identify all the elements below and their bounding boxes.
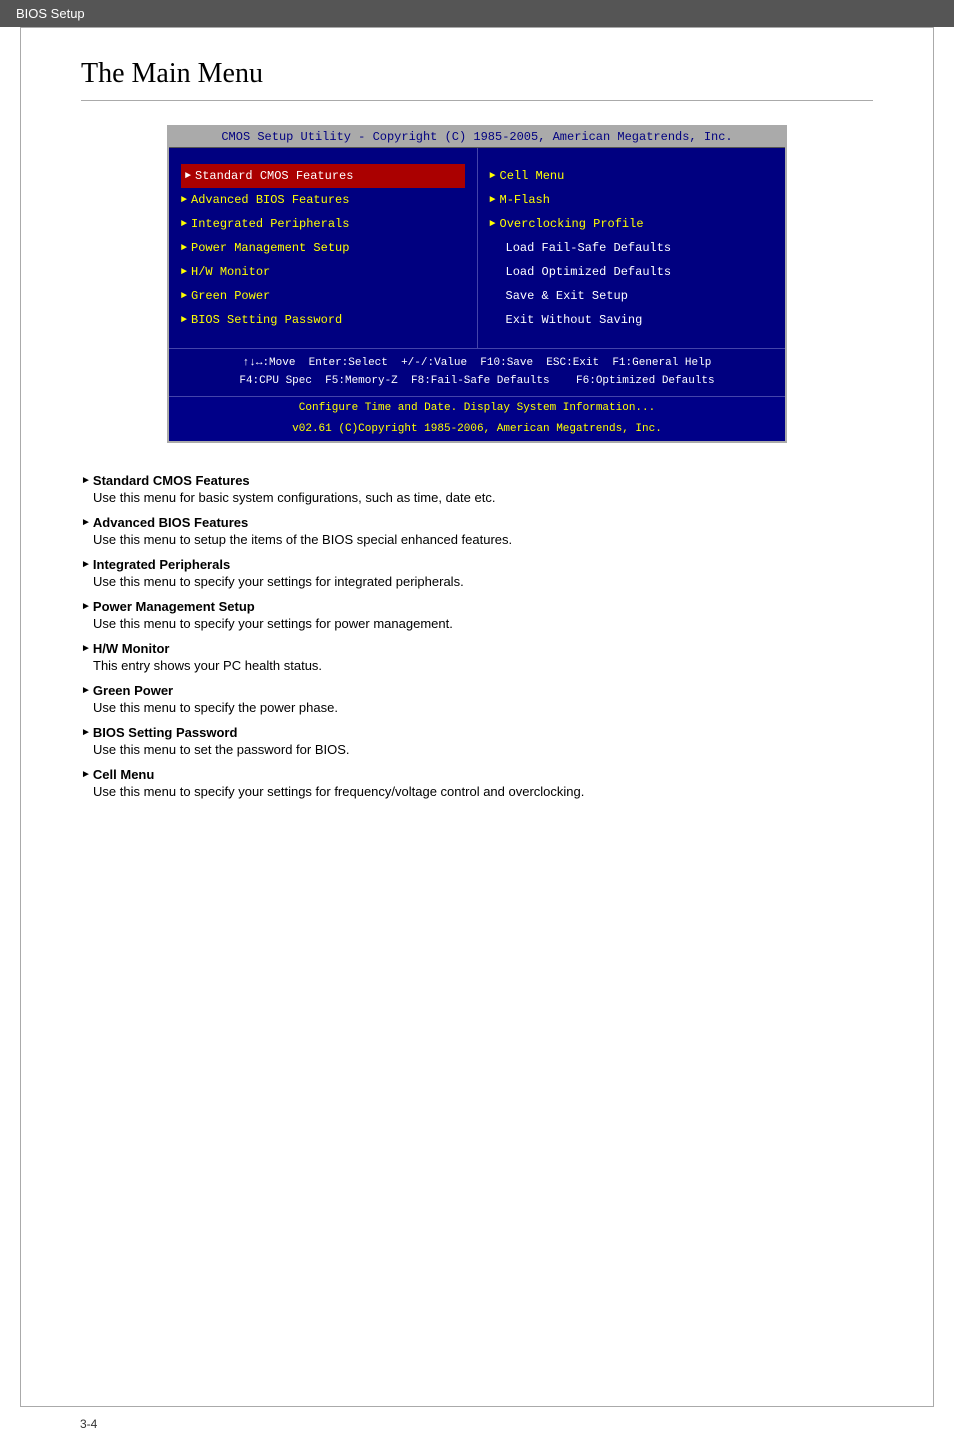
desc-text-power-management: Use this menu to specify your settings f… [93,616,873,631]
bios-main-area: ► Standard CMOS Features► Advanced BIOS … [169,147,785,348]
page-header: BIOS Setup [0,0,954,27]
desc-arrow-icon: ► [81,769,91,780]
header-title: BIOS Setup [16,6,85,21]
desc-title-bios-password: ►BIOS Setting Password [81,725,873,740]
bios-left-item-power-management[interactable]: ► Power Management Setup [181,236,465,260]
desc-item-advanced-bios: ►Advanced BIOS Features Use this menu to … [81,515,873,547]
desc-title-integrated-peripherals: ►Integrated Peripherals [81,557,873,572]
bios-right-item-cell-menu[interactable]: ► Cell Menu [490,164,774,188]
desc-title-hw-monitor: ►H/W Monitor [81,641,873,656]
bios-left-item-standard-cmos[interactable]: ► Standard CMOS Features [181,164,465,188]
desc-title-standard-cmos: ►Standard CMOS Features [81,473,873,488]
page-title: The Main Menu [81,58,873,101]
bios-right-item-save-exit[interactable]: Save & Exit Setup [490,284,774,308]
desc-arrow-icon: ► [81,475,91,486]
desc-title-green-power: ►Green Power [81,683,873,698]
bios-right-item-overclocking-profile[interactable]: ► Overclocking Profile [490,212,774,236]
bios-right-item-m-flash[interactable]: ► M-Flash [490,188,774,212]
desc-item-green-power: ►Green Power Use this menu to specify the… [81,683,873,715]
desc-text-cell-menu: Use this menu to specify your settings f… [93,784,873,799]
desc-item-bios-password: ►BIOS Setting Password Use this menu to s… [81,725,873,757]
bios-footer-nav: ↑↓↔:Move Enter:Select +/-/:Value F10:Sav… [169,348,785,396]
desc-arrow-icon: ► [81,643,91,654]
desc-title-power-management: ►Power Management Setup [81,599,873,614]
desc-item-cell-menu: ►Cell Menu Use this menu to specify your … [81,767,873,799]
desc-text-advanced-bios: Use this menu to setup the items of the … [93,532,873,547]
bios-left-item-green-power[interactable]: ► Green Power [181,284,465,308]
description-list: ►Standard CMOS Features Use this menu for… [81,473,873,799]
desc-title-cell-menu: ►Cell Menu [81,767,873,782]
page-content: The Main Menu CMOS Setup Utility - Copyr… [20,27,934,1407]
bios-right-item-load-failsafe[interactable]: Load Fail-Safe Defaults [490,236,774,260]
desc-arrow-icon: ► [81,685,91,696]
page-number: 3-4 [80,1417,97,1431]
desc-text-integrated-peripherals: Use this menu to specify your settings f… [93,574,873,589]
bios-right-item-exit-without-saving[interactable]: Exit Without Saving [490,308,774,332]
desc-text-standard-cmos: Use this menu for basic system configura… [93,490,873,505]
desc-arrow-icon: ► [81,727,91,738]
bios-nav-line1: ↑↓↔:Move Enter:Select +/-/:Value F10:Sav… [179,355,775,373]
desc-arrow-icon: ► [81,559,91,570]
bios-nav-line2: F4:CPU Spec F5:Memory-Z F8:Fail-Safe Def… [179,373,775,391]
desc-item-hw-monitor: ►H/W Monitor This entry shows your PC hea… [81,641,873,673]
desc-arrow-icon: ► [81,517,91,528]
page-footer: 3-4 [0,1407,954,1441]
desc-item-integrated-peripherals: ►Integrated Peripherals Use this menu to … [81,557,873,589]
bios-left-item-integrated-peripherals[interactable]: ► Integrated Peripherals [181,212,465,236]
bios-footer-copy: v02.61 (C)Copyright 1985-2006, American … [169,419,785,441]
desc-text-hw-monitor: This entry shows your PC health status. [93,658,873,673]
desc-item-standard-cmos: ►Standard CMOS Features Use this menu for… [81,473,873,505]
desc-text-bios-password: Use this menu to set the password for BI… [93,742,873,757]
bios-left-item-advanced-bios[interactable]: ► Advanced BIOS Features [181,188,465,212]
bios-left-item-hw-monitor[interactable]: ► H/W Monitor [181,260,465,284]
bios-screen: CMOS Setup Utility - Copyright (C) 1985-… [167,125,787,443]
bios-left-item-bios-password[interactable]: ► BIOS Setting Password [181,308,465,332]
bios-footer-info: Configure Time and Date. Display System … [169,396,785,419]
desc-title-advanced-bios: ►Advanced BIOS Features [81,515,873,530]
bios-right-menu: ► Cell Menu► M-Flash► Overclocking Profi… [478,148,786,348]
bios-title-bar: CMOS Setup Utility - Copyright (C) 1985-… [169,127,785,147]
bios-right-item-load-optimized[interactable]: Load Optimized Defaults [490,260,774,284]
bios-left-menu: ► Standard CMOS Features► Advanced BIOS … [169,148,478,348]
desc-text-green-power: Use this menu to specify the power phase… [93,700,873,715]
desc-item-power-management: ►Power Management Setup Use this menu to … [81,599,873,631]
desc-arrow-icon: ► [81,601,91,612]
